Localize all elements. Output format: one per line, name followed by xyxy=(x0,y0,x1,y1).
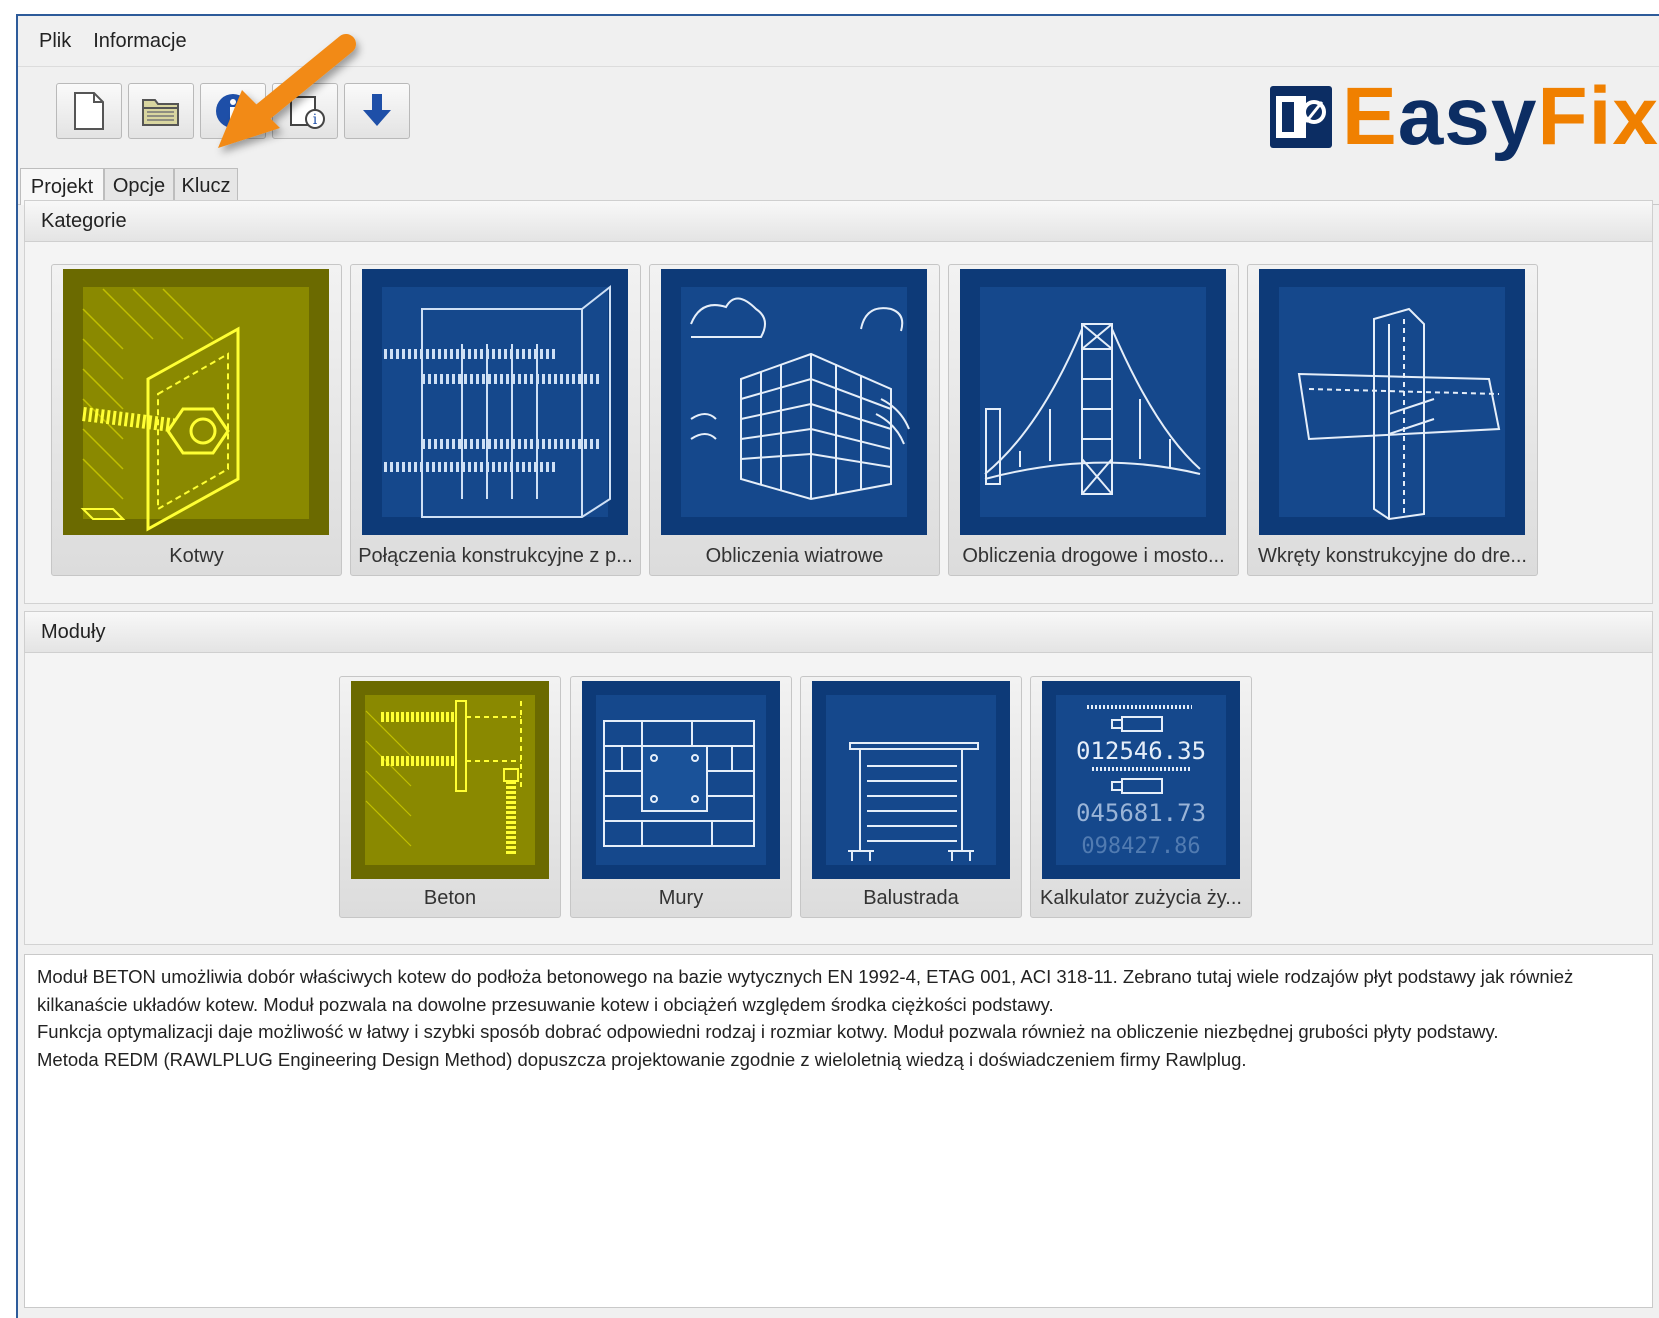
masonry-wall-icon xyxy=(582,681,780,879)
category-card-connections[interactable]: Połączenia konstrukcyjne z p... xyxy=(350,264,641,576)
category-card-wind[interactable]: Obliczenia wiatrowe xyxy=(649,264,940,576)
tab-opcje[interactable]: Opcje xyxy=(104,168,174,204)
timber-screw-icon xyxy=(1259,269,1525,535)
category-card-wood-screws[interactable]: Wkręty konstrukcyjne do dre... xyxy=(1247,264,1538,576)
open-project-button[interactable] xyxy=(128,83,194,139)
rawlplug-logo-icon xyxy=(1269,86,1332,148)
about-icon: i xyxy=(290,96,325,129)
bridge-icon xyxy=(960,269,1226,535)
module-label: Balustrada xyxy=(863,887,959,909)
download-icon xyxy=(363,94,391,126)
description-paragraph: Moduł BETON umożliwia dobór właściwych k… xyxy=(37,966,1574,1015)
module-card-balustrada[interactable]: Balustrada xyxy=(800,676,1022,918)
module-description: Moduł BETON umożliwia dobór właściwych k… xyxy=(24,954,1653,1308)
calc-digits-2: 045681.73 xyxy=(1076,799,1206,827)
toolbar: i EasyFix xyxy=(18,66,1659,161)
anchor-icon xyxy=(63,269,329,535)
app-window: Plik Informacje i EasyFix Projekt Opcje … xyxy=(16,14,1659,1318)
info-icon xyxy=(216,94,250,128)
wind-building-icon xyxy=(661,269,927,535)
module-label: Mury xyxy=(658,887,704,909)
open-folder-icon xyxy=(142,99,179,126)
category-card-kotwy[interactable]: Kotwy xyxy=(51,264,342,576)
category-label: Obliczenia wiatrowe xyxy=(705,545,884,567)
download-button[interactable] xyxy=(344,83,410,139)
about-button[interactable]: i xyxy=(272,83,338,139)
category-label: Kotwy xyxy=(169,545,224,567)
rebar-connection-icon xyxy=(362,269,628,535)
module-label: Kalkulator zużycia ży... xyxy=(1040,887,1242,909)
description-paragraph: Funkcja optymalizacji daje możliwość w ł… xyxy=(37,1021,1499,1042)
category-card-bridges[interactable]: Obliczenia drogowe i mosto... xyxy=(948,264,1239,576)
menu-info[interactable]: Informacje xyxy=(82,30,197,53)
calc-digits-1: 012546.35 xyxy=(1076,737,1206,765)
svg-text:i: i xyxy=(313,112,318,128)
category-label: Obliczenia drogowe i mosto... xyxy=(962,545,1225,567)
menubar: Plik Informacje xyxy=(18,16,1659,66)
tab-klucz[interactable]: Klucz xyxy=(174,168,238,204)
description-paragraph: Metoda REDM (RAWLPLUG Engineering Design… xyxy=(37,1048,1247,1070)
easyfix-logo: EasyFix xyxy=(1269,71,1659,162)
info-button[interactable] xyxy=(200,83,266,139)
category-label: Połączenia konstrukcyjne z p... xyxy=(358,545,633,567)
calculator-display-icon: 012546.35 045681.73 098427.86 xyxy=(1042,681,1240,879)
menu-file[interactable]: Plik xyxy=(28,30,82,53)
logo-text: EasyFix xyxy=(1341,71,1659,162)
module-card-resin-calculator[interactable]: 012546.35 045681.73 098427.86 Kalkulator… xyxy=(1030,676,1252,918)
new-document-icon xyxy=(74,92,104,130)
new-project-button[interactable] xyxy=(56,83,122,139)
module-label: Beton xyxy=(423,887,477,909)
modules-panel: Beton Mury Balustrada 012546.35 045681.7… xyxy=(24,653,1653,945)
categories-panel: Kotwy Połączenia konstrukcyjne z p... Ob… xyxy=(24,242,1653,604)
module-card-beton[interactable]: Beton xyxy=(339,676,561,918)
tab-bar: Projekt Opcje Klucz xyxy=(18,160,1659,205)
balustrade-icon xyxy=(812,681,1010,879)
categories-header: Kategorie xyxy=(24,200,1653,242)
calc-digits-3: 098427.86 xyxy=(1081,834,1200,859)
modules-header: Moduły xyxy=(24,611,1653,653)
concrete-anchor-icon xyxy=(351,681,549,879)
category-label: Wkręty konstrukcyjne do dre... xyxy=(1258,545,1527,567)
module-card-mury[interactable]: Mury xyxy=(570,676,792,918)
